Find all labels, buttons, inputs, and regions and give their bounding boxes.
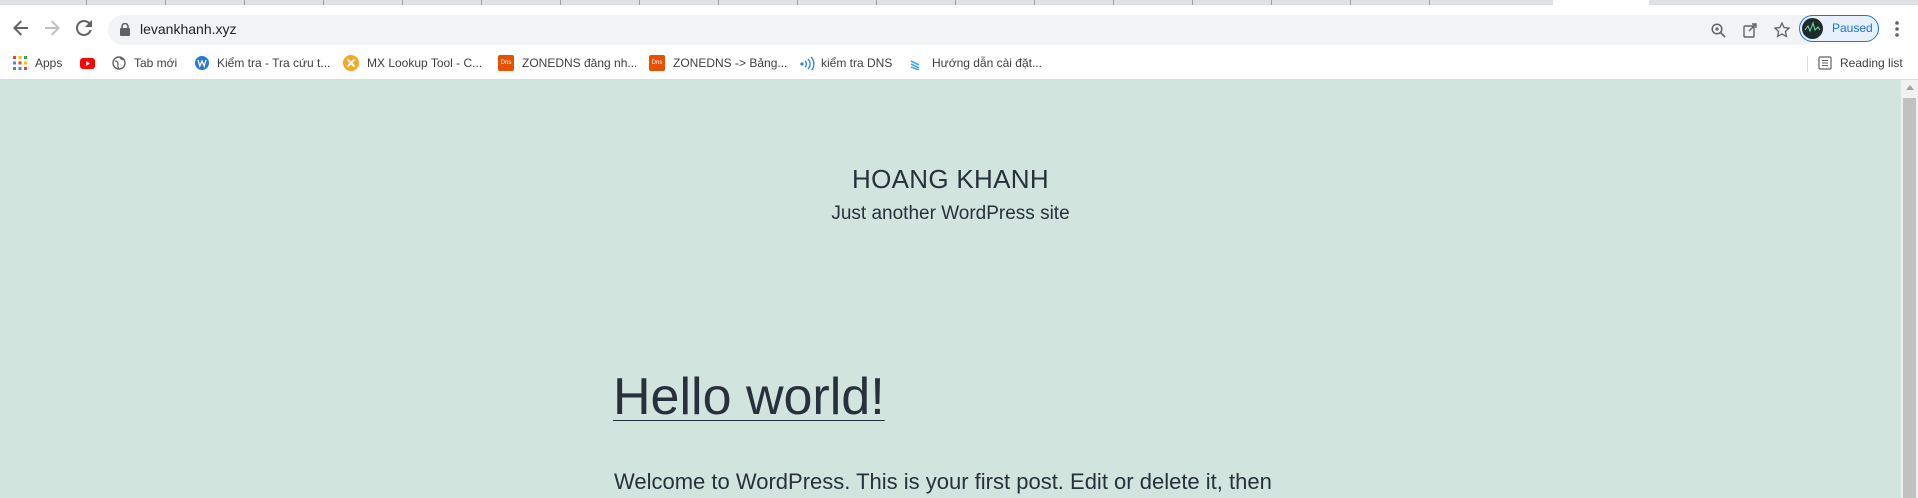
reload-icon[interactable] bbox=[70, 14, 98, 42]
url-text[interactable]: levankhanh.xyz bbox=[140, 21, 237, 37]
bookmark-label: ZONEDNS -> Bảng... bbox=[673, 56, 788, 70]
bookmarks-bar: Apps Tab mới Kiểm tra - Tra cứu t... MX … bbox=[0, 48, 1918, 79]
page-content: HOANG KHANH Just another WordPress site … bbox=[0, 80, 1901, 498]
bookmark-label: Tab mới bbox=[134, 56, 178, 70]
bookmark-kiem-tra[interactable]: Kiểm tra - Tra cứu t... bbox=[195, 52, 330, 74]
browser-chrome: levankhanh.xyz Paused Apps Tab mới Kiểm … bbox=[0, 0, 1918, 80]
bookmark-label: ZONEDNS đăng nh... bbox=[522, 56, 638, 70]
post-excerpt: Welcome to WordPress. This is your first… bbox=[614, 469, 1272, 494]
kebab-menu-icon[interactable] bbox=[1889, 19, 1905, 39]
lock-icon[interactable] bbox=[120, 22, 130, 41]
bookmark-label: kiểm tra DNS bbox=[821, 56, 893, 70]
profile-button[interactable]: Paused bbox=[1799, 15, 1879, 42]
globe-icon bbox=[112, 56, 126, 70]
post-title-link[interactable]: Hello world! bbox=[613, 368, 885, 426]
forward-arrow-icon[interactable] bbox=[38, 14, 66, 42]
site-description: Just another WordPress site bbox=[831, 203, 1070, 224]
share-icon[interactable] bbox=[1740, 20, 1760, 40]
bookmark-label: MX Lookup Tool - C... bbox=[367, 56, 483, 70]
bookmark-apps[interactable]: Apps bbox=[13, 52, 62, 74]
w-icon bbox=[195, 56, 209, 70]
scroll-up-arrow-icon[interactable] bbox=[1906, 85, 1914, 90]
wifi-icon bbox=[799, 56, 815, 72]
bookmark-label: Kiểm tra - Tra cứu t... bbox=[217, 56, 331, 70]
bookmark-youtube[interactable] bbox=[80, 52, 95, 74]
bookmark-zonedns-table[interactable]: Dns ZONEDNS -> Bảng... bbox=[649, 52, 787, 74]
vertical-scrollbar[interactable] bbox=[1901, 80, 1918, 498]
bookmark-label: Hướng dẫn cài đặt... bbox=[932, 56, 1042, 70]
scrollbar-thumb[interactable] bbox=[1903, 98, 1916, 498]
dns-icon: Dns bbox=[649, 55, 665, 71]
toolbar: levankhanh.xyz Paused bbox=[0, 5, 1918, 52]
dns-icon: Dns bbox=[498, 55, 514, 71]
bookmark-mx-lookup[interactable]: MX Lookup Tool - C... bbox=[343, 52, 482, 74]
profile-status-label: Paused bbox=[1832, 21, 1873, 35]
back-arrow-icon[interactable] bbox=[7, 14, 35, 42]
site-title[interactable]: HOANG KHANH bbox=[0, 164, 1901, 195]
reading-list-icon bbox=[1818, 56, 1832, 70]
bookmark-huong-dan[interactable]: Hướng dẫn cài đặt... bbox=[910, 52, 1042, 74]
apps-grid-icon bbox=[13, 56, 27, 70]
reading-list-button[interactable]: Reading list bbox=[1818, 52, 1903, 74]
bookmark-kiem-tra-dns[interactable]: kiểm tra DNS bbox=[799, 52, 892, 74]
address-bar[interactable]: levankhanh.xyz bbox=[108, 15, 1818, 45]
youtube-icon bbox=[80, 57, 95, 69]
mx-icon bbox=[343, 55, 359, 71]
avatar bbox=[1802, 18, 1823, 39]
zoom-icon[interactable] bbox=[1708, 20, 1728, 40]
reading-list-label: Reading list bbox=[1840, 56, 1903, 70]
bookmark-zonedns-login[interactable]: Dns ZONEDNS đăng nh... bbox=[498, 52, 637, 74]
bookmark-label: Apps bbox=[35, 56, 63, 70]
stack-icon bbox=[910, 56, 924, 71]
divider bbox=[1807, 56, 1808, 72]
star-icon[interactable] bbox=[1772, 20, 1792, 40]
bookmark-new-tab[interactable]: Tab mới bbox=[112, 52, 177, 74]
